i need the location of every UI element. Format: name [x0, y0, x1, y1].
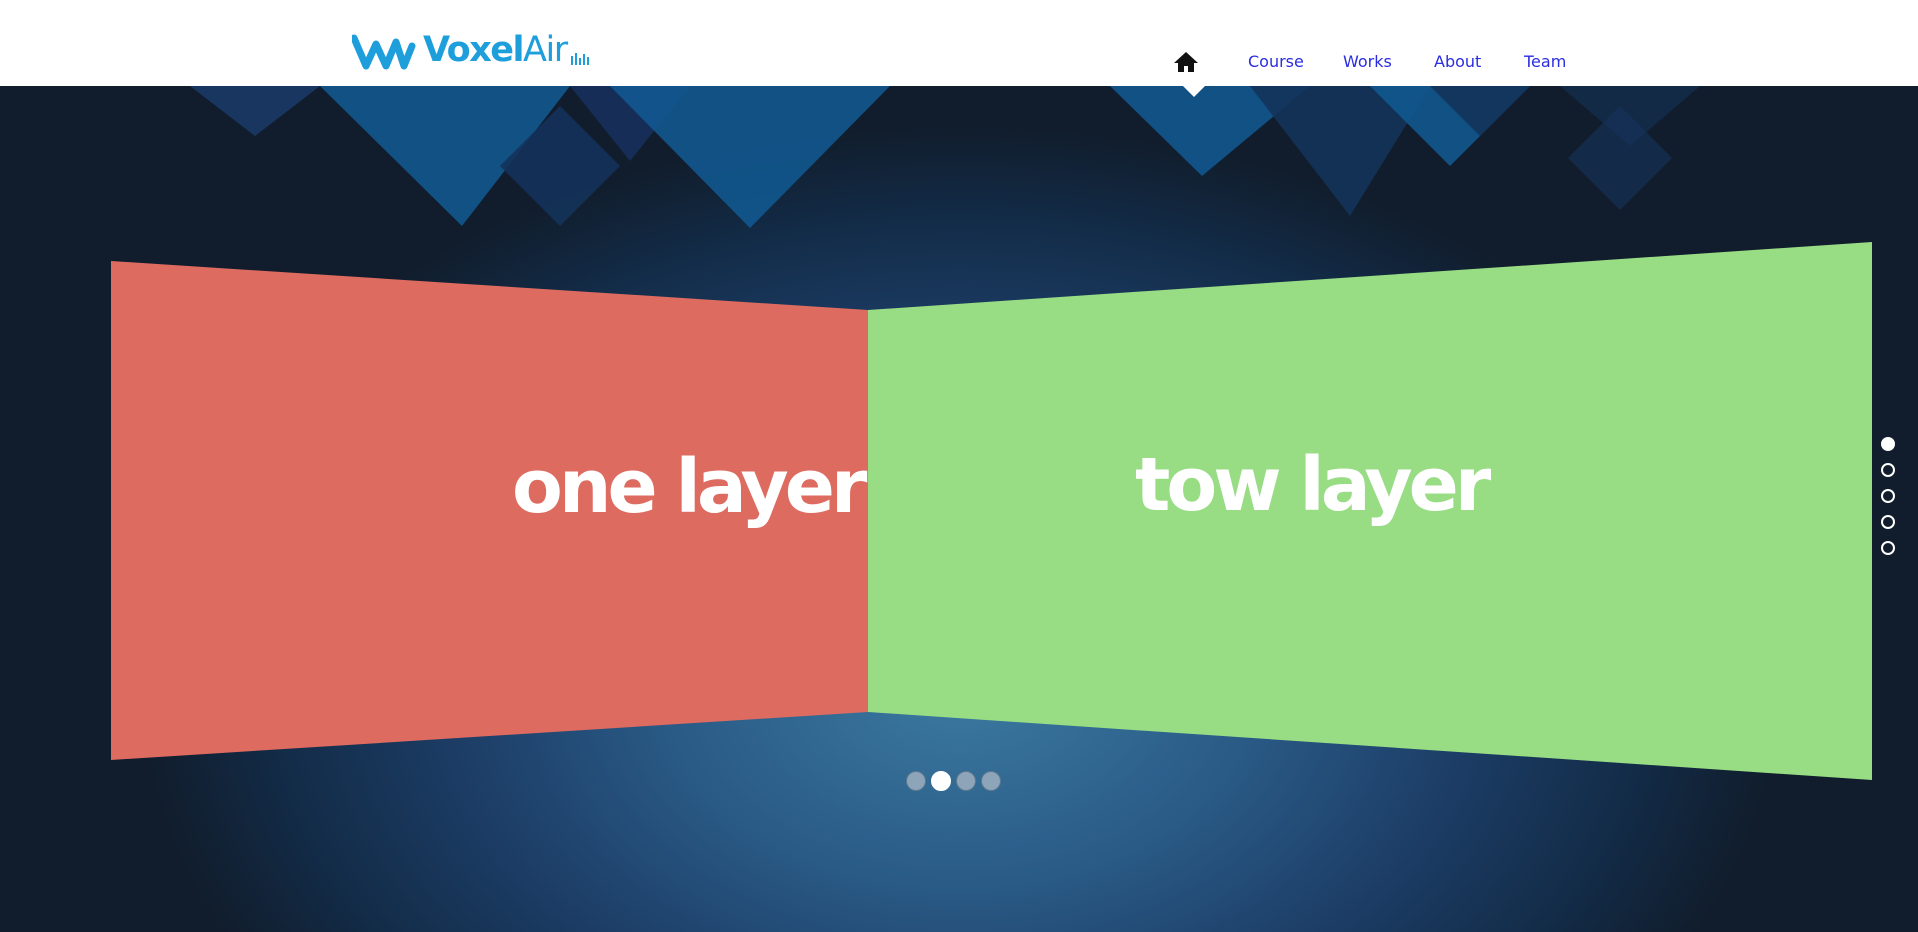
nav-link-about[interactable]: About — [1434, 52, 1481, 71]
diamond-pattern-decoration — [190, 86, 1700, 228]
carousel-pagination — [906, 771, 1001, 791]
right-panel-title: tow layer — [1135, 442, 1491, 528]
logo-wave-icon — [352, 34, 416, 70]
nav-link-course[interactable]: Course — [1248, 52, 1304, 71]
carousel-dot-2[interactable] — [931, 771, 951, 791]
site-header: VoxelAir Course Works About Team — [0, 0, 1918, 86]
section-dot-4[interactable] — [1881, 515, 1895, 529]
section-dot-2[interactable] — [1881, 463, 1895, 477]
home-icon[interactable] — [1173, 50, 1199, 74]
carousel-dot-1[interactable] — [906, 771, 926, 791]
active-nav-pointer — [1183, 86, 1205, 97]
section-navigation — [1881, 437, 1895, 555]
carousel-dot-4[interactable] — [981, 771, 1001, 791]
voxelair-logo[interactable]: VoxelAir — [352, 26, 589, 72]
left-panel-title: one layer — [512, 444, 867, 530]
nav-link-team[interactable]: Team — [1524, 52, 1566, 71]
section-dot-1[interactable] — [1881, 437, 1895, 451]
carousel-dot-3[interactable] — [956, 771, 976, 791]
logo-wordmark: VoxelAir — [423, 30, 568, 70]
page: one layer tow layer VoxelAir Course Work… — [0, 0, 1918, 932]
hero-background — [0, 86, 1918, 932]
nav-link-works[interactable]: Works — [1343, 52, 1392, 71]
section-dot-3[interactable] — [1881, 489, 1895, 503]
section-dot-5[interactable] — [1881, 541, 1895, 555]
equalizer-bars-icon — [570, 53, 589, 65]
